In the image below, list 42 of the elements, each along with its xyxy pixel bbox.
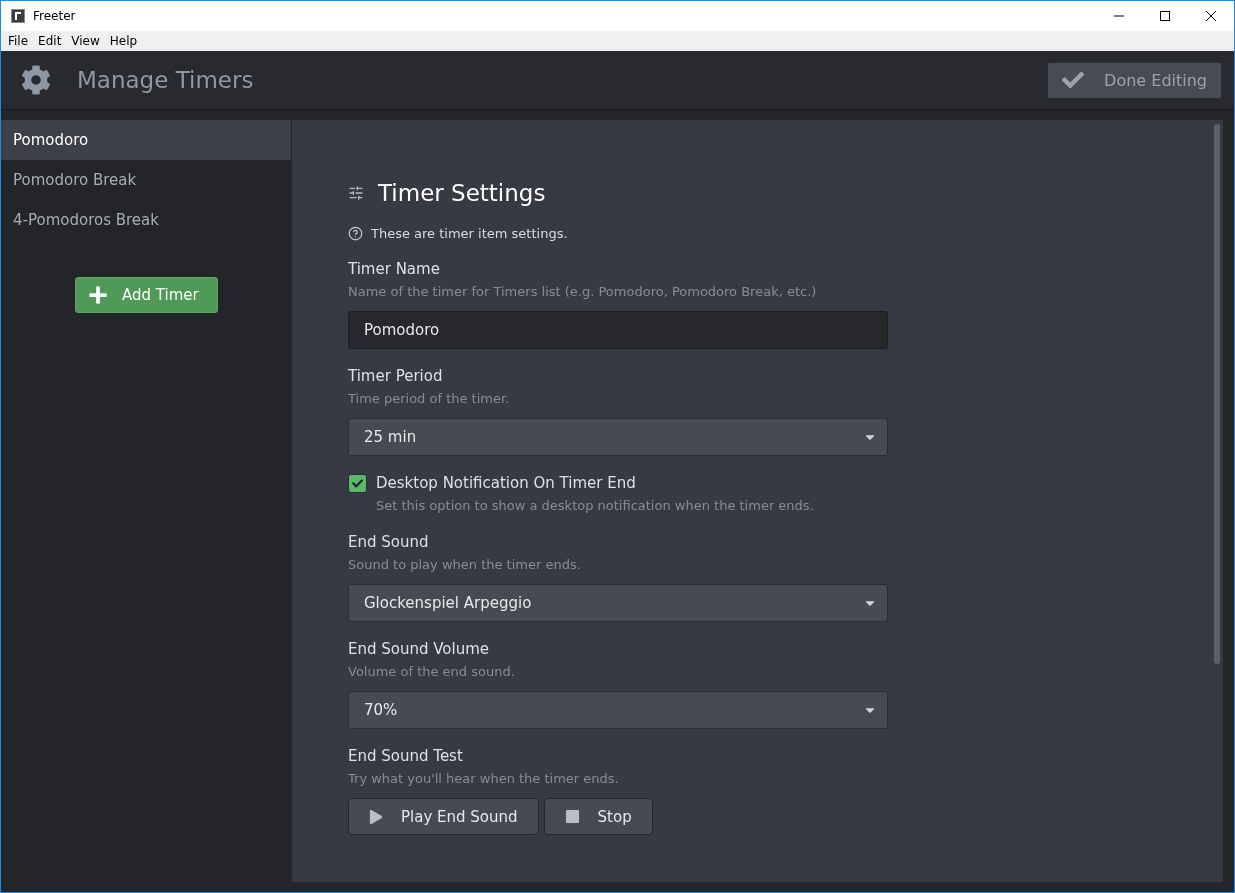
select-dropdown[interactable]: 25 min <box>348 418 888 456</box>
window-title: Freeter <box>33 9 77 23</box>
menu-item[interactable]: File <box>3 34 34 48</box>
settings-icon <box>21 65 51 95</box>
field-description: Volume of the end sound. <box>348 663 516 681</box>
app-icon <box>11 9 25 23</box>
plus-icon <box>88 285 108 305</box>
stop-button[interactable]: Stop <box>543 798 653 835</box>
play-icon <box>369 809 383 824</box>
field-description: Sound to play when the timer ends. <box>348 556 582 574</box>
field-description: Try what you'll hear when the timer ends. <box>348 770 620 788</box>
field-label: Timer Name <box>348 259 441 279</box>
checkbox[interactable] <box>348 473 367 493</box>
section-title: Timer Settings <box>378 180 546 206</box>
select-dropdown[interactable]: 70% <box>348 691 888 729</box>
field-label: Timer Period <box>348 366 444 386</box>
field-label: End Sound Test <box>348 746 464 766</box>
field-description: Time period of the timer. <box>348 390 511 408</box>
sliders-icon <box>348 185 364 201</box>
check-icon <box>1062 69 1085 91</box>
field-label: End Sound Volume <box>348 639 491 659</box>
field-description: Name of the timer for Timers list (e.g. Pomodoro, Pomodoro Break, etc.) <box>348 283 818 301</box>
page-title: Manage Timers <box>77 67 255 93</box>
menu-item[interactable]: Help <box>104 34 143 48</box>
info-text: These are timer item settings. <box>371 226 568 241</box>
field-description: Set this option to show a desktop notification when the timer ends. <box>376 497 815 515</box>
scrollbar[interactable] <box>1214 124 1220 664</box>
check-icon <box>352 477 363 489</box>
close-icon <box>1206 11 1216 21</box>
help-icon <box>348 226 363 241</box>
timer-list-item[interactable]: Pomodoro Break <box>1 160 291 200</box>
maximize-icon <box>1160 11 1170 21</box>
input-field[interactable]: Pomodoro <box>348 311 888 349</box>
menu-item[interactable]: Edit <box>33 34 67 48</box>
timer-list-item[interactable]: 4-Pomodoros Break <box>1 200 291 240</box>
stop-icon <box>564 809 580 824</box>
menu-item[interactable]: View <box>66 34 105 48</box>
checkbox-label: Desktop Notification On Timer End <box>376 473 636 493</box>
timer-list-item[interactable]: Pomodoro <box>1 120 291 160</box>
select-dropdown[interactable]: Glockenspiel Arpeggio <box>348 584 888 622</box>
play-button[interactable]: Play End Sound <box>348 798 539 835</box>
field-label: End Sound <box>348 532 430 552</box>
